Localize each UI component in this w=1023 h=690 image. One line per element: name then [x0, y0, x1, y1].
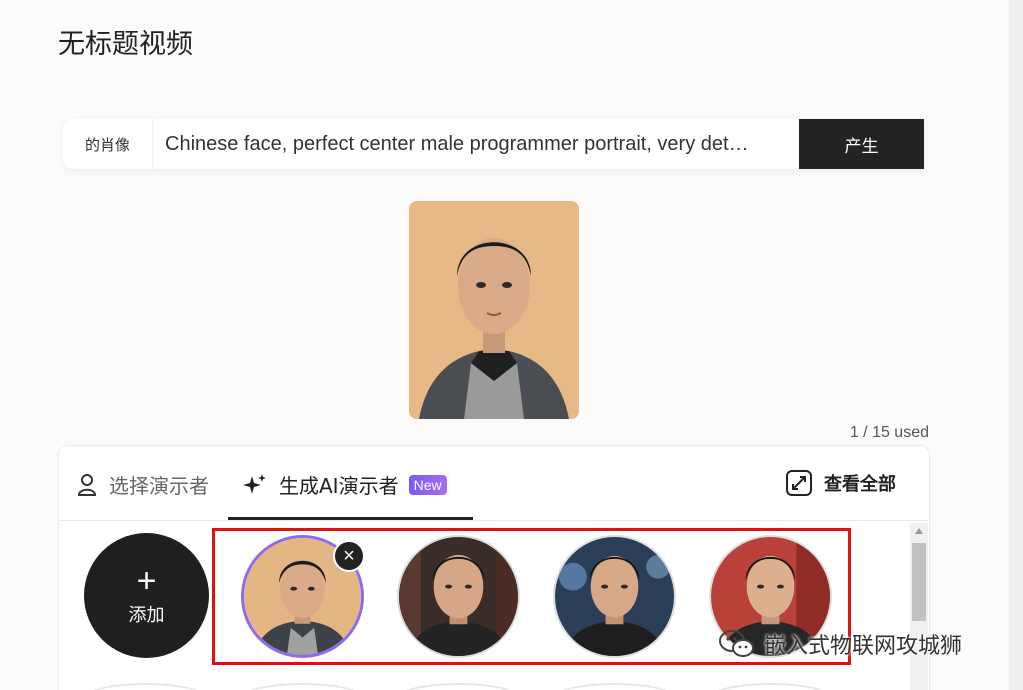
watermark: 嵌入式物联网攻城狮	[718, 628, 962, 660]
active-tab-indicator	[228, 517, 473, 520]
watermark-text: 嵌入式物联网攻城狮	[764, 634, 963, 659]
page-title: 无标题视频	[58, 29, 193, 60]
page-scroll-rail[interactable]	[1009, 0, 1023, 690]
tab-select-label: 选择演示者	[109, 474, 209, 498]
presenter-tabs: 选择演示者 生成AI演示者 New 查看全部	[59, 446, 929, 521]
view-all-label: 查看全部	[824, 474, 896, 495]
add-label: 添加	[128, 604, 165, 626]
scroll-up-arrow-icon[interactable]	[915, 528, 923, 534]
generated-portrait-preview[interactable]	[409, 201, 579, 419]
prompt-input[interactable]: Chinese face, perfect center male progra…	[153, 119, 799, 169]
prompt-bar: 的肖像 Chinese face, perfect center male pr…	[63, 119, 924, 169]
usage-counter: 1 / 15 used	[849, 424, 929, 441]
tab-select-presenter[interactable]: 选择演示者	[77, 470, 209, 499]
panel-scrollbar[interactable]	[910, 523, 928, 690]
person-icon	[77, 473, 97, 496]
sparkle-icon	[243, 473, 266, 494]
expand-icon	[786, 470, 812, 496]
wechat-icon	[719, 630, 754, 657]
prompt-label: 的肖像	[63, 119, 153, 169]
view-all-button[interactable]: 查看全部	[786, 470, 896, 496]
add-presenter-button[interactable]: + 添加	[84, 533, 209, 658]
scroll-thumb[interactable]	[912, 543, 926, 621]
portrait-image	[409, 201, 579, 419]
generate-button[interactable]: 产生	[799, 119, 924, 169]
tab-generate-label: 生成AI演示者	[279, 474, 399, 498]
plus-icon: +	[136, 561, 157, 600]
new-badge: New	[408, 474, 447, 495]
tab-generate-ai-presenter[interactable]: 生成AI演示者 New	[243, 470, 447, 499]
